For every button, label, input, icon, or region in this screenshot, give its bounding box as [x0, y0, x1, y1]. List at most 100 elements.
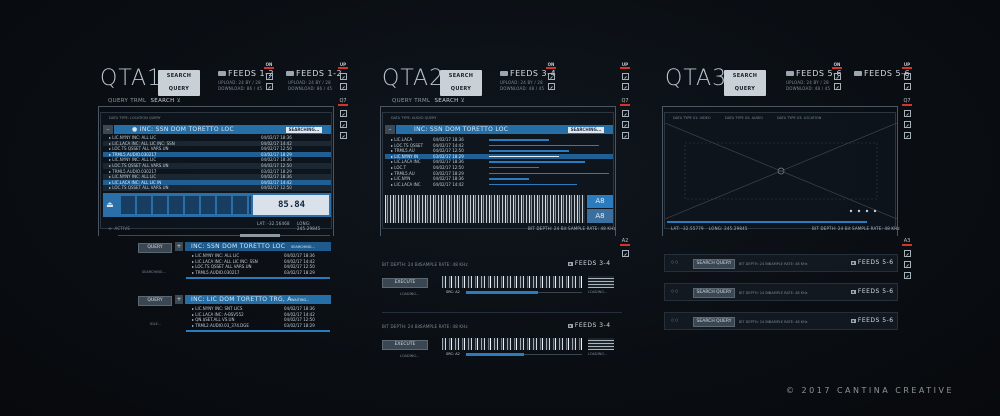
qta1-sub1-expand[interactable]: +: [175, 242, 183, 251]
qta1-collapse-button[interactable]: –: [103, 125, 113, 134]
search-dot-icon: ●: [132, 126, 140, 133]
qta2-sub1-waveform: [442, 276, 582, 288]
qta2-up-icon[interactable]: [622, 73, 629, 80]
qta3-sub2-query-button[interactable]: SEARCH QUERY: [693, 288, 735, 298]
refresh-icon[interactable]: ⟲: [108, 226, 112, 231]
qta3-side-icon-3[interactable]: [904, 132, 911, 139]
qta2-query-value[interactable]: SEARCH: [435, 98, 459, 104]
qta2-sub1-progress: [466, 291, 538, 294]
qta1-upload: UPLOAD: 24 BY / 28: [218, 80, 261, 85]
qta3-sub1-icons[interactable]: ○ ○: [671, 260, 678, 264]
qta1-up-icon-2[interactable]: [340, 83, 347, 90]
qta3-video-panel: DATA TYPE 01: VIDEO DATA TYPE 02: AUDIO …: [664, 112, 897, 231]
qta1-sub1-list: ▸ LIC.NYNY INC: ALL LIC 04/02/17 18:36 ▸ …: [186, 253, 330, 275]
qta2-a8-box-2[interactable]: A8: [587, 209, 613, 223]
qta2-sub2-feeds: ▪ FEEDS 3-4: [568, 322, 611, 329]
qta3-sub1-query-button[interactable]: SEARCH QUERY: [693, 259, 735, 269]
qta1-keypad: [121, 196, 251, 214]
qta1-side-icon-1[interactable]: [340, 110, 347, 117]
qta2-sub2-execute-button[interactable]: EXECUTE: [382, 340, 428, 350]
qta1-up-icon[interactable]: [340, 73, 347, 80]
qta2-up-icon-2[interactable]: [622, 83, 629, 90]
qta2-sub1-execute-button[interactable]: EXECUTE: [382, 278, 428, 288]
qta1-long: LONG: 245.29845: [297, 221, 321, 231]
qta3-a3-icon-2[interactable]: [904, 261, 911, 268]
qta1-side-icon-2[interactable]: [340, 121, 347, 128]
qta1-scroll-thumb[interactable]: [240, 234, 280, 237]
qta3-search-query-button[interactable]: SEARCH QUERY: [724, 70, 766, 96]
qta1-query-value[interactable]: SEARCH: [151, 98, 175, 104]
qta1-search-query-button[interactable]: SEARCH QUERY: [158, 70, 200, 96]
qta3-side-icon-1[interactable]: [904, 110, 911, 117]
qta3-sub1-rate: SAMPLE RATE: 48 KHz: [769, 262, 808, 266]
qta2-query-trml: QUERY TRML SEARCH ⊻: [392, 98, 465, 104]
qta3-a3-icon-3[interactable]: [904, 272, 911, 279]
qta1-sub2-expand[interactable]: +: [175, 295, 183, 304]
qta2-a8-box[interactable]: A8: [587, 195, 613, 208]
qta3-on-indicator: [832, 67, 842, 69]
qta1-query-label: QUERY TRML: [108, 98, 147, 104]
feed-icon: ▪: [851, 260, 856, 265]
download-icon[interactable]: ⊻: [177, 98, 181, 104]
qta2-a2-icon-1[interactable]: [622, 250, 629, 257]
qta2-searching-badge: SEARCHING...: [568, 126, 604, 133]
feed-icon: [500, 71, 508, 76]
qta3-scrub-bar[interactable]: [667, 221, 867, 223]
qta1-sub1-query-button[interactable]: QUERY: [138, 243, 172, 253]
qta1-results-list: ▸ LIC.NYNY INC: ALL LIC 04/02/17 18:36 ▸ …: [103, 135, 331, 191]
qta2-bit-depth: BIT DEPTH: 24 Bit: [528, 226, 567, 231]
qta2-data-type: DATA TYPE: AUDIO QUERY: [391, 116, 437, 120]
qta3-a3-icon-1[interactable]: [904, 250, 911, 257]
feed-icon: ▪: [568, 261, 573, 266]
eject-icon[interactable]: ⏏: [106, 200, 114, 209]
dot-3: [865, 209, 869, 213]
qta3-toggle-icon[interactable]: [834, 73, 841, 80]
qta2-side-icon-2[interactable]: [622, 121, 629, 128]
download-icon[interactable]: ⊻: [461, 98, 465, 104]
qta1-query-trml: QUERY TRML SEARCH ⊻: [108, 98, 181, 104]
qta2-sub1-src: SRC: A2: [446, 290, 460, 294]
qta2-upload: UPLOAD: 24 BY / 28: [500, 80, 543, 85]
qta3-up-icon[interactable]: [904, 73, 911, 80]
list-item[interactable]: ▸ LIC.LACA INC 04/02/17 14:42: [385, 182, 613, 188]
qta3-lat: LAT: -32.55779: [671, 226, 704, 231]
qta2-search-query-button[interactable]: SEARCH QUERY: [440, 70, 482, 96]
qta1-sub2-query-button[interactable]: QUERY: [138, 296, 172, 306]
qta1-toggle-icon-2[interactable]: [266, 83, 273, 90]
qta2-side-icon-3[interactable]: [622, 132, 629, 139]
qta2-side-icon-1[interactable]: [622, 110, 629, 117]
qta2-toggle-icon-2[interactable]: [548, 83, 555, 90]
qta3-sub2-icons[interactable]: ○ ○: [671, 289, 678, 293]
qta1-sub1-underline: [186, 277, 330, 279]
qta3-up-icon-2[interactable]: [904, 83, 911, 90]
qta3-upload: UPLOAD: 24 BY / 28: [786, 80, 829, 85]
qta3-sub3-query-button[interactable]: SEARCH QUERY: [693, 317, 735, 327]
qta2-results-list: ▸ LIC.LACA 04/02/17 18:36 ▸ LOC.TS QSSET 0…: [385, 137, 613, 187]
qta2-waveform: [385, 195, 585, 223]
qta2-title: QTA2: [382, 66, 445, 91]
qta1-on-indicator: [264, 67, 274, 69]
qta2-sub2-bit: BIT DEPTH: 24 Bit: [382, 324, 421, 329]
qta1-side-icon-3[interactable]: [340, 132, 347, 139]
list-item[interactable]: ▸ TRML5.AUDIO.030217 03/02/17 18:29: [186, 270, 330, 276]
qta3-side-icon-2[interactable]: [904, 121, 911, 128]
qta2-toggle-icon[interactable]: [548, 73, 555, 80]
qta3-title: QTA3: [665, 66, 728, 91]
qta2-sub2-loading2: LOADING...: [588, 352, 608, 356]
qta1-toggle-icon[interactable]: [266, 73, 273, 80]
qta1-data-type: DATA TYPE: LOCATION QUERY: [109, 116, 161, 120]
qta1-scroll-track[interactable]: [118, 235, 330, 236]
qta3-q7-indicator: [902, 104, 912, 106]
qta3-sub3-icons[interactable]: ○ ○: [671, 318, 678, 322]
list-item[interactable]: ▸ LOC.TS QSSET ALL VARS.UN 04/02/17 12:50: [103, 185, 331, 191]
qta3-sub1-bit: BIT DEPTH: 24 Bit: [739, 262, 771, 266]
list-item[interactable]: ▸ TRML2.AUDIO.03_374.DGE 03/02/17 18:29: [186, 323, 330, 329]
qta3-sub2-rate: SAMPLE RATE: 48 KHz: [769, 291, 808, 295]
qta3-sub2-bit: BIT DEPTH: 24 Bit: [739, 291, 771, 295]
qta2-collapse-button[interactable]: –: [385, 125, 395, 134]
qta3-sample-rate: SAMPLE RATE: 48 KHz: [852, 226, 900, 231]
qta3-toggle-icon-2[interactable]: [834, 83, 841, 90]
qta2-sub2-src: SRC: A2: [446, 352, 460, 356]
qta2-q7-indicator: [620, 104, 630, 106]
qta1-download: DOWNLOAD: 86 / 45: [218, 86, 263, 91]
